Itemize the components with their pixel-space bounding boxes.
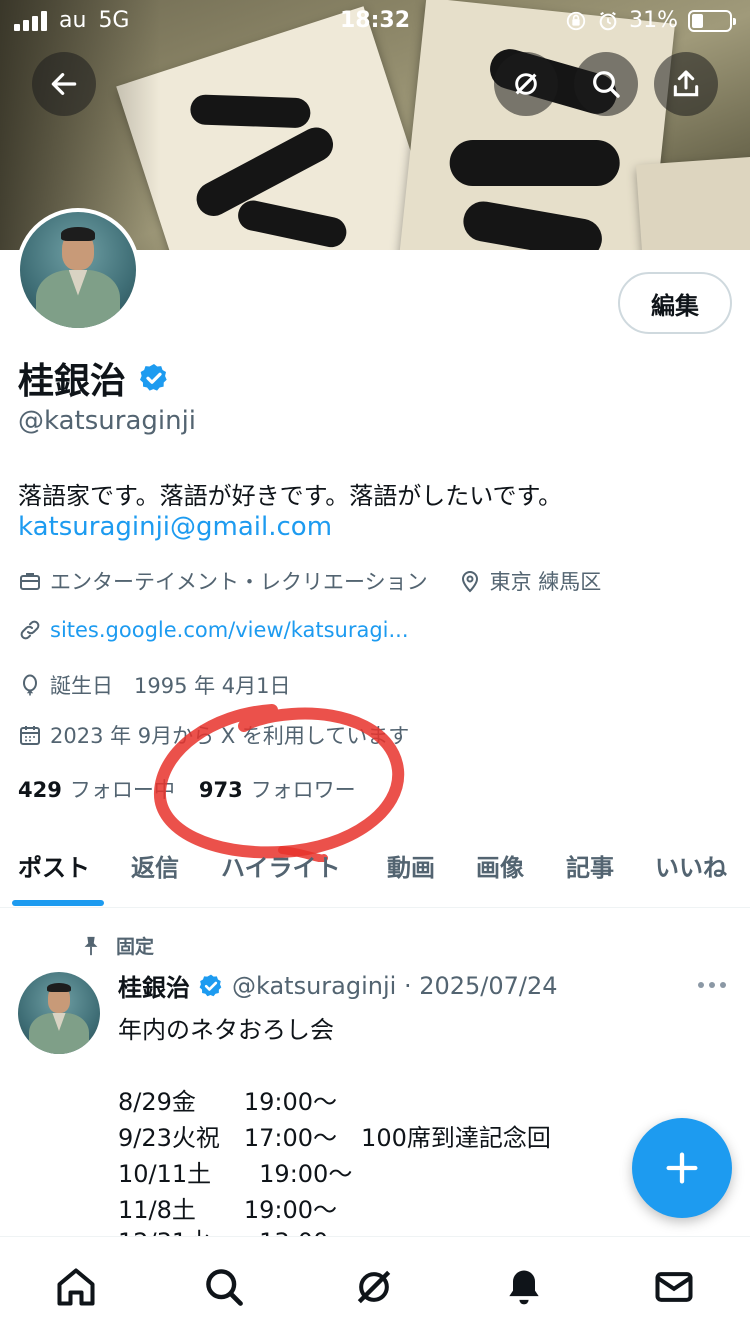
- nav-home[interactable]: [52, 1263, 100, 1311]
- tab-likes[interactable]: いいね: [655, 848, 727, 883]
- status-bar: au 5G 18:32 31%: [0, 0, 750, 40]
- back-button[interactable]: [32, 52, 96, 116]
- post-meta: @katsuraginji · 2025/07/24: [232, 971, 558, 1000]
- profile-name: 桂銀治: [18, 361, 127, 402]
- post-text-line: 10/11土 19:00～: [118, 1160, 353, 1188]
- tab-videos[interactable]: 動画: [387, 848, 435, 883]
- nav-notifications[interactable]: [500, 1263, 548, 1311]
- profile-location: 東京 練馬区: [489, 570, 602, 594]
- nav-search[interactable]: [200, 1263, 248, 1311]
- post-text-line: 9/23火祝 17:00～ 100席到達記念回: [118, 1124, 551, 1152]
- more-options-icon[interactable]: [698, 982, 726, 988]
- tab-images[interactable]: 画像: [476, 848, 524, 883]
- grok-icon: [515, 73, 537, 95]
- search-icon: [206, 1269, 243, 1306]
- verified-badge-icon[interactable]: [138, 362, 170, 394]
- profile-website-link[interactable]: sites.google.com/view/katsuragi...: [50, 618, 409, 642]
- edit-profile-button[interactable]: 編集: [618, 272, 732, 334]
- plus-icon: [666, 1152, 698, 1184]
- post-text-line: 11/8土 19:00～: [118, 1196, 338, 1224]
- profile-meta-row: エンターテイメント・レクリエーション 東京 練馬区: [18, 566, 601, 596]
- post-text-line: 12/31水 13:00～: [118, 1222, 352, 1236]
- pinned-indicator: 固定: [80, 932, 154, 959]
- tab-articles[interactable]: 記事: [566, 848, 614, 883]
- profile-birthday-row: 誕生日 1995 年 4月1日: [18, 670, 291, 700]
- notifications-icon: [509, 1270, 539, 1305]
- tab-replies[interactable]: 返信: [131, 848, 179, 883]
- active-tab-indicator: [12, 900, 104, 906]
- profile-birthday: 誕生日 1995 年 4月1日: [50, 674, 291, 698]
- home-icon: [57, 1268, 95, 1306]
- profile-tabs: ポスト 返信 ハイライト 動画 画像 記事 いいね: [0, 836, 750, 908]
- nav-messages[interactable]: [650, 1263, 698, 1311]
- search-icon: [593, 71, 620, 98]
- verified-badge-icon: [199, 974, 222, 996]
- compose-post-button[interactable]: [632, 1118, 732, 1218]
- post-text-line: 8/29金 19:00～: [118, 1088, 338, 1116]
- following-count: 429: [18, 778, 62, 802]
- link-icon: [20, 620, 40, 640]
- nav-grok[interactable]: [350, 1263, 398, 1311]
- battery-percent: 31%: [629, 8, 678, 33]
- grok-button[interactable]: [494, 52, 558, 116]
- rotation-lock-icon: [566, 11, 586, 30]
- tab-highlights[interactable]: ハイライト: [221, 848, 341, 883]
- banner-placard: [635, 155, 750, 250]
- bottom-navigation: [0, 1236, 750, 1334]
- post-header: 桂銀治 @katsuraginji · 2025/07/24: [118, 968, 558, 1003]
- messages-icon: [655, 1272, 693, 1302]
- profile-avatar[interactable]: [16, 208, 140, 332]
- balloon-icon: [23, 674, 37, 696]
- pinned-label: 固定: [116, 936, 155, 958]
- profile-bio: 落語家です。落語が好きです。落語がしたいです。: [18, 482, 563, 510]
- post-author-name[interactable]: 桂銀治: [118, 968, 190, 1003]
- profile-website-row[interactable]: sites.google.com/view/katsuragi...: [18, 618, 409, 642]
- profile-category: エンターテイメント・レクリエーション: [50, 570, 428, 594]
- location-icon: [461, 571, 478, 593]
- post-text-line: 年内のネタおろし会: [118, 1016, 334, 1044]
- share-button[interactable]: [654, 52, 718, 116]
- alarm-icon: [599, 11, 617, 30]
- briefcase-icon: [20, 573, 40, 590]
- back-icon: [51, 73, 77, 95]
- calendar-icon: [20, 726, 40, 745]
- search-button[interactable]: [574, 52, 638, 116]
- profile-name-row: 桂銀治: [18, 352, 170, 404]
- banner-placard: [116, 6, 444, 250]
- pin-icon: [84, 936, 98, 955]
- share-icon: [673, 70, 699, 97]
- grok-icon: [357, 1270, 391, 1304]
- battery-icon: [688, 9, 736, 32]
- profile-handle: @katsuraginji: [18, 406, 197, 436]
- post-author-avatar[interactable]: [18, 972, 100, 1054]
- tab-posts[interactable]: ポスト: [18, 848, 90, 883]
- profile-email-link[interactable]: katsuraginji@gmail.com: [18, 512, 332, 542]
